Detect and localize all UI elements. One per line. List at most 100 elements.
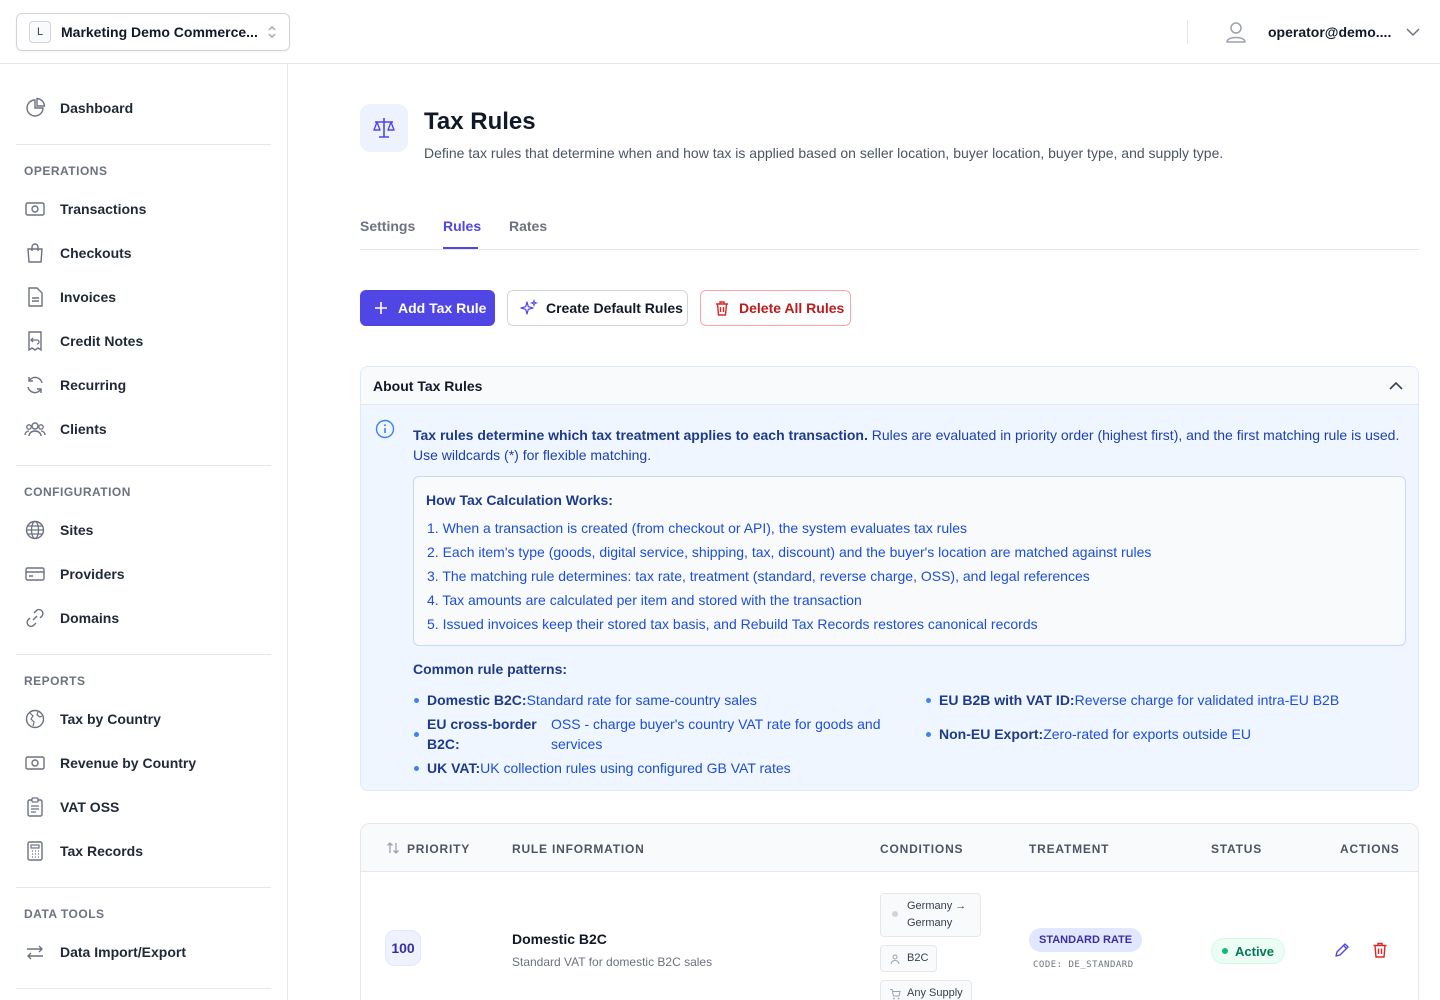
section-heading-configuration: CONFIGURATION [24, 485, 131, 499]
sidebar-item-label: Revenue by Country [60, 755, 197, 771]
tab-rates[interactable]: Rates [509, 218, 547, 234]
section-heading-data-tools: DATA TOOLS [24, 907, 105, 921]
pattern-text: Standard rate for same-country sales [526, 692, 757, 708]
how-it-works-title: How Tax Calculation Works: [426, 492, 613, 508]
calculator-icon [27, 841, 43, 861]
pattern-item: UK VAT:UK collection rules using configu… [414, 758, 907, 778]
scale-icon [373, 118, 395, 138]
divider [16, 465, 271, 466]
sidebar-item-label: Recurring [60, 377, 127, 393]
sidebar-item-label: Transactions [60, 201, 147, 217]
pattern-label: EU cross-border B2C: [427, 716, 537, 752]
table-header: PRIORITY RULE INFORMATION CONDITIONS TRE… [361, 824, 1418, 872]
pattern-item: Domestic B2C:Standard rate for same-coun… [414, 690, 907, 710]
sidebar-item-data-import-export[interactable]: Data Import/Export [16, 934, 272, 970]
scale-icon-wrapper [360, 104, 408, 152]
pattern-label: UK VAT: [427, 760, 481, 776]
sidebar-item-invoices[interactable]: Invoices [16, 279, 272, 315]
how-it-works-box: How Tax Calculation Works: 1. When a tra… [413, 476, 1406, 646]
workspace-name: Marketing Demo Commerce... [61, 24, 258, 40]
document-icon [28, 287, 43, 307]
edit-pencil-icon[interactable] [1332, 940, 1352, 960]
pie-chart-icon [26, 97, 46, 117]
sidebar-item-tax-by-country[interactable]: Tax by Country [16, 701, 272, 737]
pattern-item: EU cross-border B2C: OSS - charge buyer'… [414, 714, 907, 754]
column-header-actions: ACTIONS [1340, 842, 1400, 856]
bullet-dot [414, 766, 419, 771]
sidebar-item-label: VAT OSS [60, 799, 120, 815]
how-step: 2. Each item's type (goods, digital serv… [427, 544, 1152, 560]
sidebar-item-sites[interactable]: Sites [16, 512, 272, 548]
button-label: Delete All Rules [739, 300, 845, 316]
divider [16, 654, 271, 655]
section-heading-reports: REPORTS [24, 674, 86, 688]
sidebar-item-domains[interactable]: Domains [16, 600, 272, 636]
shopping-bag-icon [27, 243, 43, 263]
arrows-right-left-icon [27, 945, 43, 960]
sidebar-item-revenue-by-country[interactable]: Revenue by Country [16, 745, 272, 781]
link-icon [26, 608, 44, 628]
sidebar-item-vat-oss[interactable]: VAT OSS [16, 789, 272, 825]
status-badge: Active [1211, 938, 1286, 964]
condition-supply-type: Any Supply [880, 980, 972, 1000]
sort-arrows-icon[interactable] [386, 841, 400, 855]
sidebar-item-label: Dashboard [60, 100, 134, 116]
sidebar-item-label: Sites [60, 522, 94, 538]
bullet-dot [414, 698, 419, 703]
sidebar-item-label: Clients [60, 421, 107, 437]
trash-icon[interactable] [1370, 940, 1390, 960]
sidebar-item-recurring[interactable]: Recurring [16, 367, 272, 403]
sidebar-item-label: Credit Notes [60, 333, 144, 349]
sidebar-item-dashboard[interactable]: Dashboard [16, 90, 272, 126]
sidebar-item-label: Providers [60, 566, 125, 582]
rule-name: Domestic B2C [512, 931, 607, 947]
condition-location: Germany → Germany [880, 893, 981, 937]
page-description: Define tax rules that determine when and… [424, 145, 1224, 161]
sidebar-item-tax-records[interactable]: Tax Records [16, 833, 272, 869]
credit-card-icon [25, 567, 45, 581]
pattern-item: EU B2B with VAT ID:Reverse charge for va… [926, 690, 1399, 710]
sidebar-item-label: Domains [60, 610, 120, 626]
status-text: Active [1235, 943, 1275, 959]
add-tax-rule-button[interactable]: Add Tax Rule [360, 290, 495, 326]
sidebar-item-checkouts[interactable]: Checkouts [16, 235, 272, 271]
workspace-switcher[interactable]: L Marketing Demo Commerce... [16, 13, 290, 51]
tab-rules[interactable]: Rules [443, 218, 481, 234]
chevron-down-icon[interactable] [1405, 24, 1421, 40]
sidebar-item-clients[interactable]: Clients [16, 411, 272, 447]
user-icon[interactable] [1223, 19, 1249, 45]
column-header-rule-information: RULE INFORMATION [512, 842, 645, 856]
priority-badge: 100 [385, 930, 421, 966]
how-step: 5. Issued invoices keep their stored tax… [427, 616, 1038, 632]
bullet-dot [926, 732, 931, 737]
about-intro: Tax rules determine which tax treatment … [413, 425, 1403, 465]
divider [16, 988, 271, 989]
user-email[interactable]: operator@demo.... [1268, 24, 1391, 40]
sidebar-item-transactions[interactable]: Transactions [16, 191, 272, 227]
sidebar-item-credit-notes[interactable]: Credit Notes [16, 323, 272, 359]
condition-text: B2C [907, 952, 929, 964]
sidebar-item-providers[interactable]: Providers [16, 556, 272, 592]
about-panel-header[interactable]: About Tax Rules [361, 367, 1418, 405]
column-header-priority[interactable]: PRIORITY [407, 842, 470, 856]
globe-map-icon [25, 709, 45, 729]
condition-text: Any Supply [907, 987, 963, 999]
button-label: Create Default Rules [546, 300, 683, 316]
create-default-rules-button[interactable]: Create Default Rules [507, 290, 688, 326]
trash-icon [716, 301, 728, 316]
sidebar-item-label: Tax Records [60, 843, 143, 859]
info-icon [375, 419, 395, 439]
about-panel-title: About Tax Rules [373, 377, 483, 394]
bullet-dot [414, 732, 419, 737]
delete-all-rules-button[interactable]: Delete All Rules [700, 290, 851, 326]
patterns-title: Common rule patterns: [413, 661, 568, 677]
chevron-up-icon[interactable] [1388, 378, 1404, 394]
location-dot-icon [892, 911, 898, 917]
plus-icon [375, 302, 387, 314]
refresh-icon [27, 376, 43, 394]
about-intro-bold: Tax rules determine which tax treatment … [413, 427, 868, 443]
clipboard-icon [27, 797, 43, 817]
chevron-up-down-icon [268, 26, 276, 38]
treatment-badge: STANDARD RATE [1029, 928, 1143, 952]
tab-settings[interactable]: Settings [360, 218, 415, 234]
